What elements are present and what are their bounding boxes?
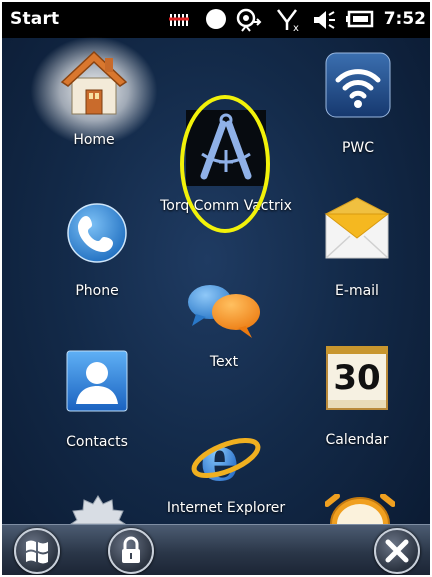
start-title[interactable]: Start	[10, 9, 59, 29]
phone-icon	[67, 203, 127, 263]
app-tile-phone[interactable]: Phone	[54, 200, 140, 299]
close-icon	[385, 539, 409, 563]
app-tile-text[interactable]: Text	[182, 282, 266, 370]
battery-icon	[346, 8, 374, 34]
signal-off-icon	[168, 8, 190, 34]
windows-logo-icon	[26, 540, 48, 564]
app-tile-internet-explorer[interactable]: e Internet Explorer	[152, 424, 300, 516]
app-label-phone: Phone	[75, 283, 119, 299]
lock-icon	[122, 536, 140, 563]
app-tile-contacts[interactable]: Contacts	[52, 348, 142, 450]
circle-icon	[205, 8, 227, 34]
connectivity-icon	[236, 8, 262, 36]
calendar-icon: 30	[326, 346, 388, 410]
app-tile-home[interactable]: Home	[30, 36, 158, 148]
speaker-icon	[312, 8, 338, 36]
internet-explorer-icon: e	[191, 424, 261, 490]
bottom-bar	[2, 524, 430, 575]
close-button[interactable]	[374, 528, 420, 574]
clock-time: 7:52	[383, 9, 426, 29]
app-tile-alarms[interactable]	[320, 494, 400, 524]
app-label-contacts: Contacts	[66, 434, 128, 450]
app-label-calendar: Calendar	[325, 432, 389, 448]
svg-text:x: x	[293, 23, 299, 32]
app-tile-email[interactable]: E-mail	[314, 196, 400, 299]
highlight-ring	[180, 95, 270, 233]
app-label-text: Text	[209, 354, 239, 370]
alarm-clock-icon	[325, 494, 395, 524]
home-icon	[60, 50, 128, 115]
wifi-icon	[325, 52, 391, 118]
no-signal-icon: x	[276, 8, 302, 36]
app-tile-pwc[interactable]: PWC	[310, 50, 406, 156]
lock-button[interactable]	[108, 528, 154, 574]
contact-icon	[66, 350, 128, 412]
app-label-home: Home	[73, 132, 115, 148]
app-tile-settings[interactable]	[58, 490, 138, 524]
settings-gear-icon	[70, 495, 126, 524]
app-label-internet-explorer: Internet Explorer	[166, 500, 286, 516]
app-label-email: E-mail	[335, 283, 379, 299]
app-label-pwc: PWC	[341, 140, 375, 156]
status-bar: Start x 7:52	[2, 2, 430, 38]
windows-start-button[interactable]	[14, 528, 60, 574]
app-tile-calendar[interactable]: 30 Calendar	[312, 346, 402, 448]
envelope-icon	[324, 197, 390, 259]
device-screen: Start x 7:52 Home PWC Torq Comm Vactrix …	[2, 2, 430, 575]
calendar-day-number: 30	[333, 358, 381, 398]
chat-bubbles-icon	[188, 285, 260, 338]
